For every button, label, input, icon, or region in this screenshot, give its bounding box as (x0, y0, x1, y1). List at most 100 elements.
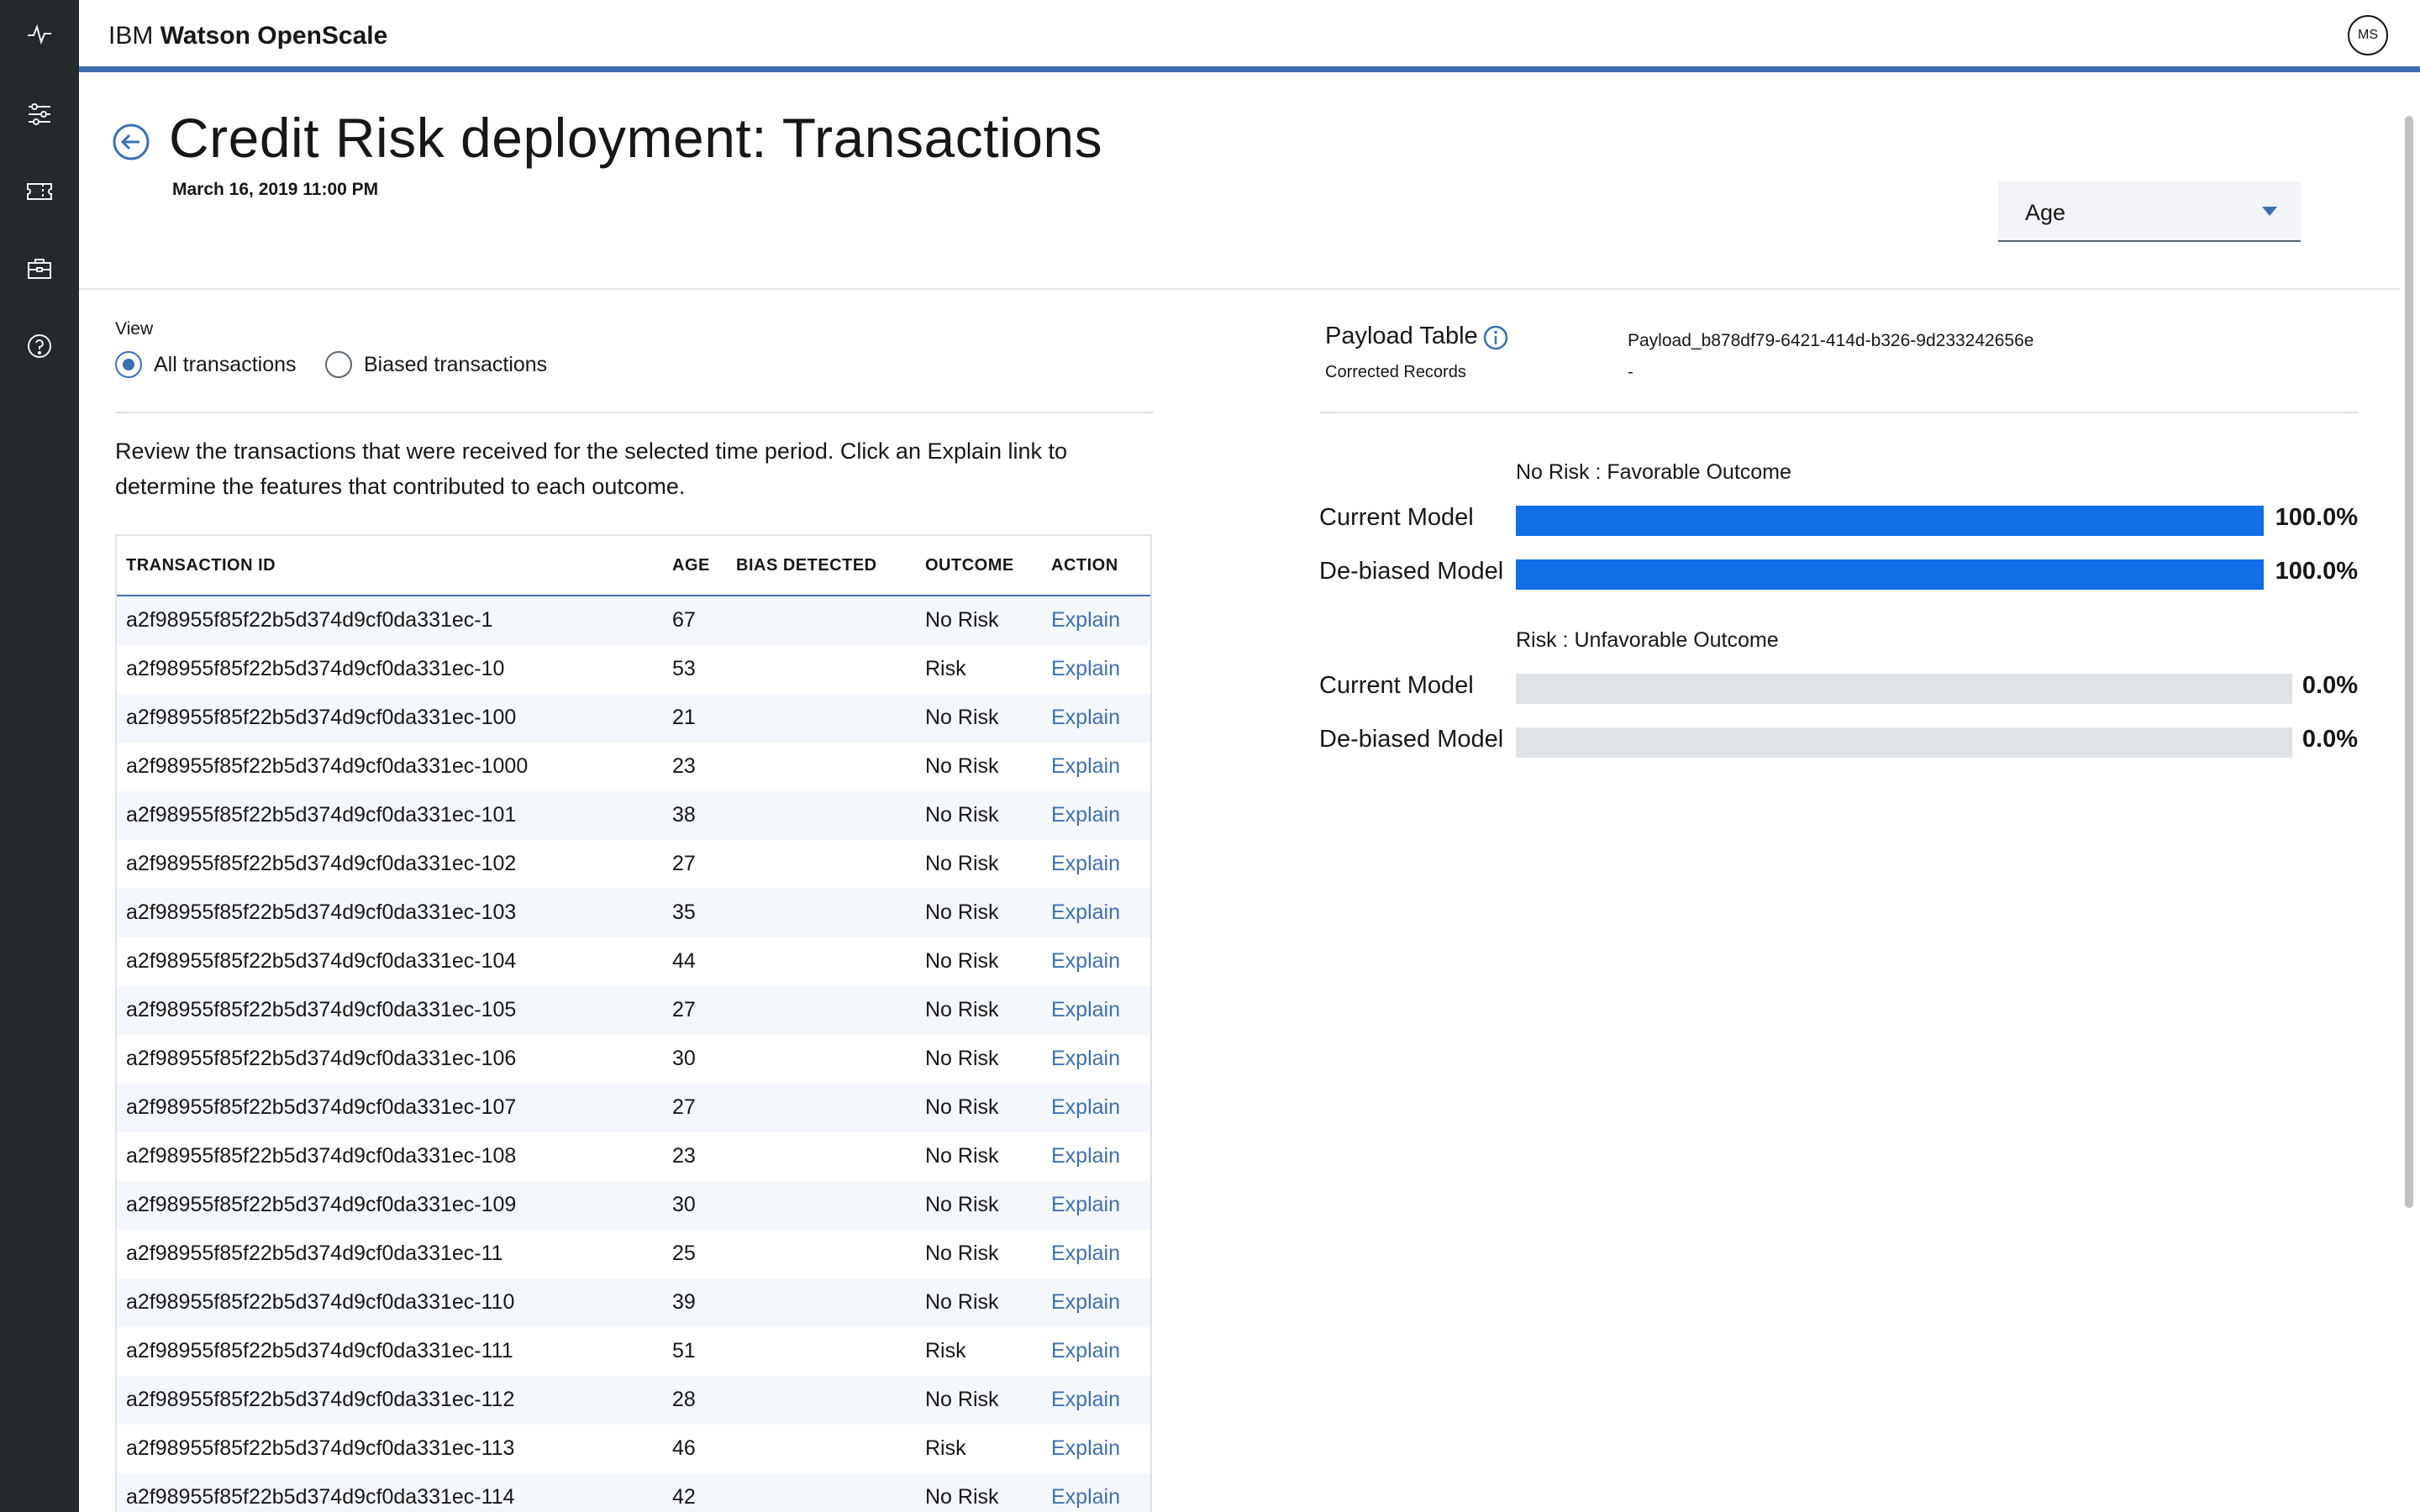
explain-link[interactable]: Explain (1051, 1144, 1120, 1168)
outcome-cell: No Risk (925, 1388, 999, 1411)
outcome-cell: No Risk (925, 1095, 999, 1119)
outcome-cell: No Risk (925, 1242, 999, 1265)
bar-value: 100.0% (2275, 558, 2358, 585)
bar-value: 100.0% (2275, 504, 2358, 531)
radio-selected-icon (115, 351, 142, 378)
dropdown-value: Age (2025, 200, 2066, 225)
brand-title[interactable]: IBM Watson OpenScale (108, 22, 387, 50)
age-cell: 30 (672, 1047, 696, 1070)
age-cell: 27 (672, 852, 696, 875)
age-cell: 53 (672, 657, 696, 680)
column-header-action: ACTION (1051, 556, 1118, 575)
table-body: a2f98955f85f22b5d374d9cf0da331ec-1 67 No R… (117, 596, 1150, 1512)
table-row: a2f98955f85f22b5d374d9cf0da331ec-111 51 Ri… (117, 1327, 1150, 1376)
transaction-id-cell: a2f98955f85f22b5d374d9cf0da331ec-114 (126, 1485, 515, 1509)
table-row: a2f98955f85f22b5d374d9cf0da331ec-108 23 No… (117, 1132, 1150, 1181)
outcome-cell: No Risk (925, 852, 999, 875)
age-cell: 38 (672, 803, 696, 827)
table-row: a2f98955f85f22b5d374d9cf0da331ec-110 39 No… (117, 1278, 1150, 1327)
bar-value: 0.0% (2302, 672, 2358, 699)
explain-link[interactable]: Explain (1051, 608, 1120, 633)
age-cell: 27 (672, 998, 696, 1021)
toolbox-icon[interactable] (24, 254, 55, 284)
table-row: a2f98955f85f22b5d374d9cf0da331ec-102 27 No… (117, 840, 1150, 889)
bar-track (1516, 559, 2264, 590)
table-row: a2f98955f85f22b5d374d9cf0da331ec-114 42 No… (117, 1473, 1150, 1512)
bar-track (1516, 674, 2292, 704)
explain-link[interactable]: Explain (1051, 1242, 1120, 1266)
transaction-id-cell: a2f98955f85f22b5d374d9cf0da331ec-105 (126, 998, 517, 1021)
outcome-cell: Risk (925, 1339, 966, 1362)
explain-link[interactable]: Explain (1051, 949, 1120, 974)
radio-all-transactions[interactable]: All transactions (115, 351, 297, 378)
explain-link[interactable]: Explain (1051, 1339, 1120, 1363)
outcome-cell: No Risk (925, 1290, 999, 1314)
explain-link[interactable]: Explain (1051, 657, 1120, 681)
radio-biased-transactions[interactable]: Biased transactions (325, 351, 547, 378)
age-cell: 27 (672, 1095, 696, 1119)
bar-fill (1516, 559, 2264, 590)
user-avatar[interactable]: MS (2348, 15, 2388, 55)
transaction-id-cell: a2f98955f85f22b5d374d9cf0da331ec-107 (126, 1095, 517, 1119)
outcome-cell: No Risk (925, 1144, 999, 1168)
table-row: a2f98955f85f22b5d374d9cf0da331ec-106 30 No… (117, 1035, 1150, 1084)
bar-track (1516, 506, 2264, 536)
explain-link[interactable]: Explain (1051, 754, 1120, 779)
back-arrow-icon[interactable] (112, 123, 150, 161)
column-header-age[interactable]: AGE (672, 556, 710, 575)
bar-track (1516, 727, 2292, 758)
activity-icon[interactable] (24, 18, 55, 49)
page-title: Credit Risk deployment: Transactions (169, 107, 1103, 169)
outcome-cell: No Risk (925, 949, 999, 973)
scrollbar[interactable] (2400, 116, 2417, 1208)
table-row: a2f98955f85f22b5d374d9cf0da331ec-1000 23 N… (117, 743, 1150, 791)
section-divider (79, 288, 2400, 290)
explain-link[interactable]: Explain (1051, 1388, 1120, 1412)
feature-dropdown[interactable]: Age (1998, 181, 2301, 242)
outcome-cell: Risk (925, 1436, 966, 1460)
explain-link[interactable]: Explain (1051, 900, 1120, 925)
age-cell: 21 (672, 706, 696, 729)
sliders-icon[interactable] (24, 99, 55, 129)
age-cell: 44 (672, 949, 696, 973)
ticket-icon[interactable] (24, 176, 55, 207)
transaction-id-cell: a2f98955f85f22b5d374d9cf0da331ec-110 (126, 1290, 515, 1314)
explain-link[interactable]: Explain (1051, 852, 1120, 876)
radio-unselected-icon (325, 351, 352, 378)
age-cell: 25 (672, 1242, 696, 1265)
payload-table-label: Payload Table (1325, 323, 1478, 349)
explain-link[interactable]: Explain (1051, 1047, 1120, 1071)
explain-link[interactable]: Explain (1051, 1290, 1120, 1315)
age-cell: 23 (672, 754, 696, 778)
explain-link[interactable]: Explain (1051, 1193, 1120, 1217)
age-cell: 28 (672, 1388, 696, 1411)
outcome-cell: No Risk (925, 1485, 999, 1509)
table-row: a2f98955f85f22b5d374d9cf0da331ec-1 67 No R… (117, 596, 1150, 645)
column-header-id[interactable]: TRANSACTION ID (126, 556, 276, 575)
outcome-cell: No Risk (925, 754, 999, 778)
transaction-id-cell: a2f98955f85f22b5d374d9cf0da331ec-103 (126, 900, 517, 924)
help-icon[interactable] (24, 331, 55, 361)
bar-label: De-biased Model (1319, 558, 1504, 585)
info-icon[interactable] (1482, 324, 1509, 351)
explain-link[interactable]: Explain (1051, 1485, 1120, 1509)
explain-link[interactable]: Explain (1051, 1436, 1120, 1461)
transaction-id-cell: a2f98955f85f22b5d374d9cf0da331ec-10 (126, 657, 505, 680)
age-cell: 23 (672, 1144, 696, 1168)
corrected-records-label: Corrected Records (1325, 363, 1466, 381)
transaction-id-cell: a2f98955f85f22b5d374d9cf0da331ec-1000 (126, 754, 529, 778)
transaction-id-cell: a2f98955f85f22b5d374d9cf0da331ec-104 (126, 949, 517, 973)
column-header-bias[interactable]: BIAS DETECTED (736, 556, 877, 575)
transaction-id-cell: a2f98955f85f22b5d374d9cf0da331ec-113 (126, 1436, 515, 1460)
transaction-id-cell: a2f98955f85f22b5d374d9cf0da331ec-109 (126, 1193, 517, 1216)
divider (115, 412, 1154, 413)
scroll-thumb[interactable] (2405, 116, 2413, 1208)
bar-fill (1516, 506, 2264, 536)
explain-link[interactable]: Explain (1051, 803, 1120, 827)
explain-link[interactable]: Explain (1051, 706, 1120, 730)
column-header-outcome[interactable]: OUTCOME (925, 556, 1014, 575)
table-row: a2f98955f85f22b5d374d9cf0da331ec-112 28 No… (117, 1376, 1150, 1425)
table-row: a2f98955f85f22b5d374d9cf0da331ec-100 21 No… (117, 694, 1150, 743)
explain-link[interactable]: Explain (1051, 998, 1120, 1022)
explain-link[interactable]: Explain (1051, 1095, 1120, 1120)
